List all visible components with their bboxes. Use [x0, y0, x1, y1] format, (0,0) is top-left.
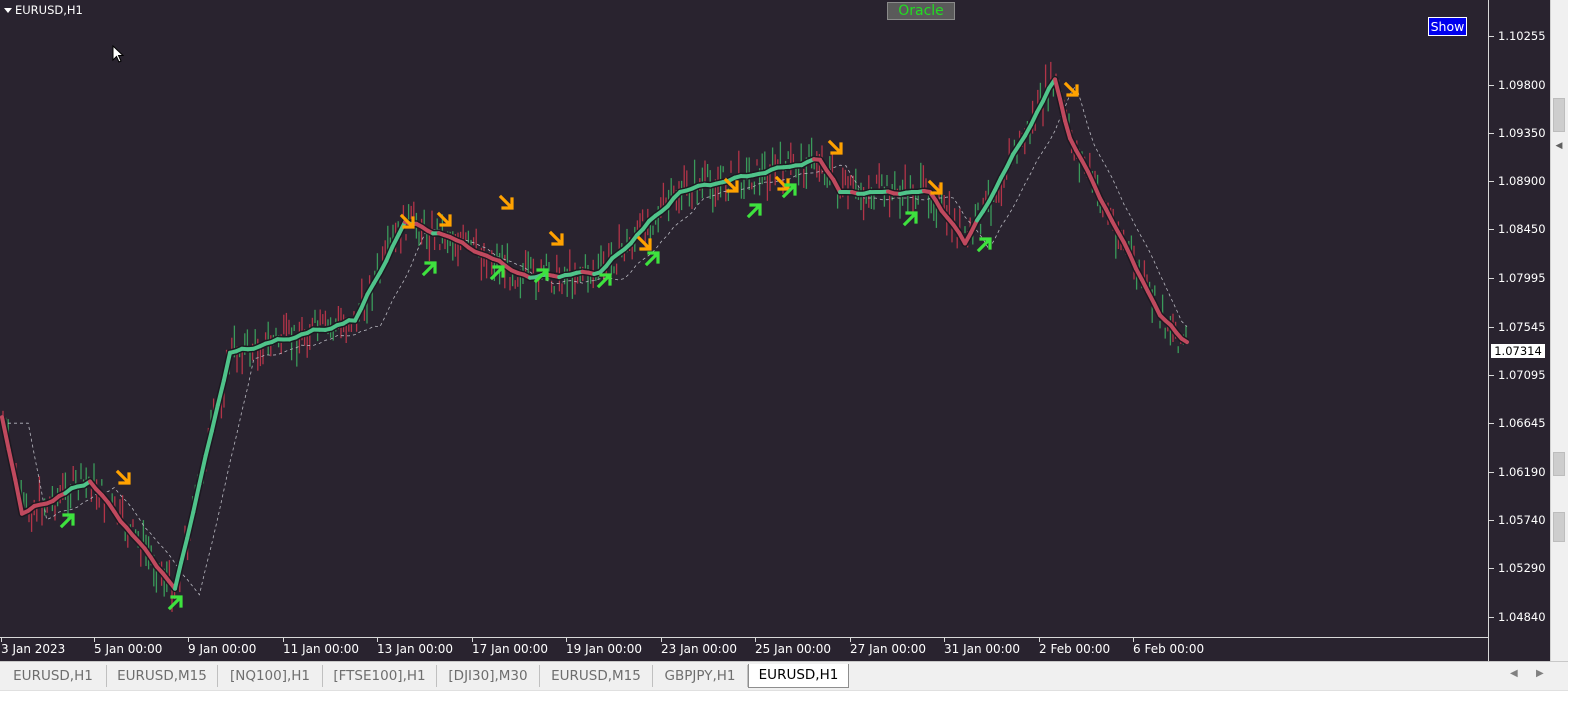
status-strip — [0, 690, 1568, 707]
time-label: 27 Jan 00:00 — [850, 642, 926, 656]
buy-arrow-icon — [492, 267, 503, 278]
trend-segment — [1088, 172, 1094, 185]
price-label: 1.08450 — [1498, 222, 1546, 236]
price-label: 1.04840 — [1498, 610, 1546, 624]
trend-segment — [1094, 185, 1100, 199]
time-label: 17 Jan 00:00 — [472, 642, 548, 656]
chart-tab[interactable]: [DJI30],M30 — [437, 665, 540, 687]
sell-arrow-icon — [439, 214, 450, 225]
price-label: 1.09350 — [1498, 126, 1546, 140]
time-label: 13 Jan 00:00 — [377, 642, 453, 656]
buy-arrow-icon — [424, 263, 435, 274]
current-price-label: 1.07314 — [1491, 344, 1545, 358]
tab-scroll-right-icon[interactable]: ▶ — [1536, 668, 1544, 679]
tab-scroll-left-icon[interactable]: ◀ — [1510, 668, 1518, 679]
time-label: 23 Jan 00:00 — [661, 642, 737, 656]
price-label: 1.07545 — [1498, 320, 1546, 334]
time-label: 19 Jan 00:00 — [566, 642, 642, 656]
chart-tab[interactable]: GBPJPY,H1 — [653, 665, 748, 687]
chart-tab[interactable]: [FTSE100],H1 — [323, 665, 437, 687]
chart-area[interactable]: EURUSD,H1 Oracle Show — [0, 0, 1488, 637]
trend-segment — [971, 220, 977, 232]
trend-segment — [1007, 154, 1013, 167]
chart-tab[interactable]: [NQ100],H1 — [218, 665, 323, 687]
price-tick — [1489, 278, 1494, 279]
vertical-scrollbar[interactable]: ◀ — [1550, 0, 1568, 661]
price-label: 1.07995 — [1498, 271, 1546, 285]
price-label: 1.06190 — [1498, 465, 1546, 479]
price-label: 1.05290 — [1498, 561, 1546, 575]
trend-segment — [1031, 112, 1037, 125]
sell-arrow-icon — [501, 197, 512, 208]
buy-arrow-icon — [647, 253, 658, 264]
trend-segment — [1130, 255, 1136, 269]
show-button[interactable]: Show — [1428, 17, 1467, 36]
trend-segment — [995, 178, 1001, 190]
mouse-cursor-icon — [112, 45, 126, 65]
price-chart[interactable] — [0, 0, 1488, 637]
price-label: 1.05740 — [1498, 513, 1546, 527]
price-label: 1.09800 — [1498, 78, 1546, 92]
symbol-title[interactable]: EURUSD,H1 — [4, 3, 83, 17]
chart-tab[interactable]: EURUSD,M15 — [540, 665, 653, 687]
trend-segment — [355, 308, 361, 320]
scrollbar-thumb[interactable] — [1553, 98, 1565, 132]
price-tick — [1489, 472, 1494, 473]
price-label: 1.10255 — [1498, 29, 1546, 43]
time-label: 31 Jan 00:00 — [944, 642, 1020, 656]
chart-tab[interactable]: EURUSD,M15 — [107, 665, 218, 687]
oracle-button[interactable]: Oracle — [887, 2, 955, 20]
time-axis[interactable]: 3 Jan 2023 5 Jan 00:00 9 Jan 00:00 11 Jan 0… — [0, 637, 1488, 661]
time-label: 25 Jan 00:00 — [755, 642, 831, 656]
buy-arrow-icon — [979, 239, 990, 250]
symbol-title-text: EURUSD,H1 — [15, 3, 83, 17]
scroll-arrow-icon[interactable]: ◀ — [1553, 140, 1565, 152]
price-tick — [1489, 36, 1494, 37]
candlesticks — [3, 62, 1186, 612]
sell-arrow-icon — [118, 472, 129, 483]
buy-arrow-icon — [749, 205, 760, 216]
sell-arrow-icon — [1066, 84, 1077, 95]
price-tick — [1489, 327, 1494, 328]
scrollbar-thumb[interactable] — [1553, 512, 1565, 542]
time-label: 9 Jan 00:00 — [188, 642, 256, 656]
sell-arrow-icon — [551, 233, 562, 244]
price-tick — [1489, 375, 1494, 376]
time-label: 11 Jan 00:00 — [283, 642, 359, 656]
caret-down-icon[interactable] — [4, 8, 12, 13]
sell-arrow-icon — [830, 142, 841, 153]
buy-arrow-icon — [599, 275, 610, 286]
signal-arrows — [62, 84, 1077, 608]
time-label: 3 Jan 2023 — [1, 642, 65, 656]
scrollbar-thumb[interactable] — [1553, 452, 1565, 476]
time-label: 6 Feb 00:00 — [1133, 642, 1204, 656]
trend-line-outline — [2, 79, 1187, 588]
price-axis[interactable]: 1.10255 1.09800 1.09350 1.08900 1.08450 1.079… — [1488, 0, 1550, 661]
price-tick — [1489, 617, 1494, 618]
price-tick — [1489, 520, 1494, 521]
trend-segment — [1154, 303, 1160, 315]
price-tick — [1489, 229, 1494, 230]
price-tick — [1489, 133, 1494, 134]
price-tick — [1489, 423, 1494, 424]
trend-segment — [380, 261, 386, 273]
sell-arrow-icon — [639, 238, 650, 249]
chart-tab[interactable]: EURUSD,H1 — [0, 665, 107, 687]
buy-arrow-icon — [905, 213, 916, 224]
price-tick — [1489, 181, 1494, 182]
time-label: 5 Jan 00:00 — [94, 642, 162, 656]
chart-tab[interactable]: EURUSD,H1 — [748, 664, 849, 688]
price-label: 1.08900 — [1498, 174, 1546, 188]
price-tick — [1489, 568, 1494, 569]
price-label: 1.07095 — [1498, 368, 1546, 382]
time-label: 2 Feb 00:00 — [1039, 642, 1110, 656]
price-tick — [1489, 85, 1494, 86]
price-label: 1.06645 — [1498, 416, 1546, 430]
